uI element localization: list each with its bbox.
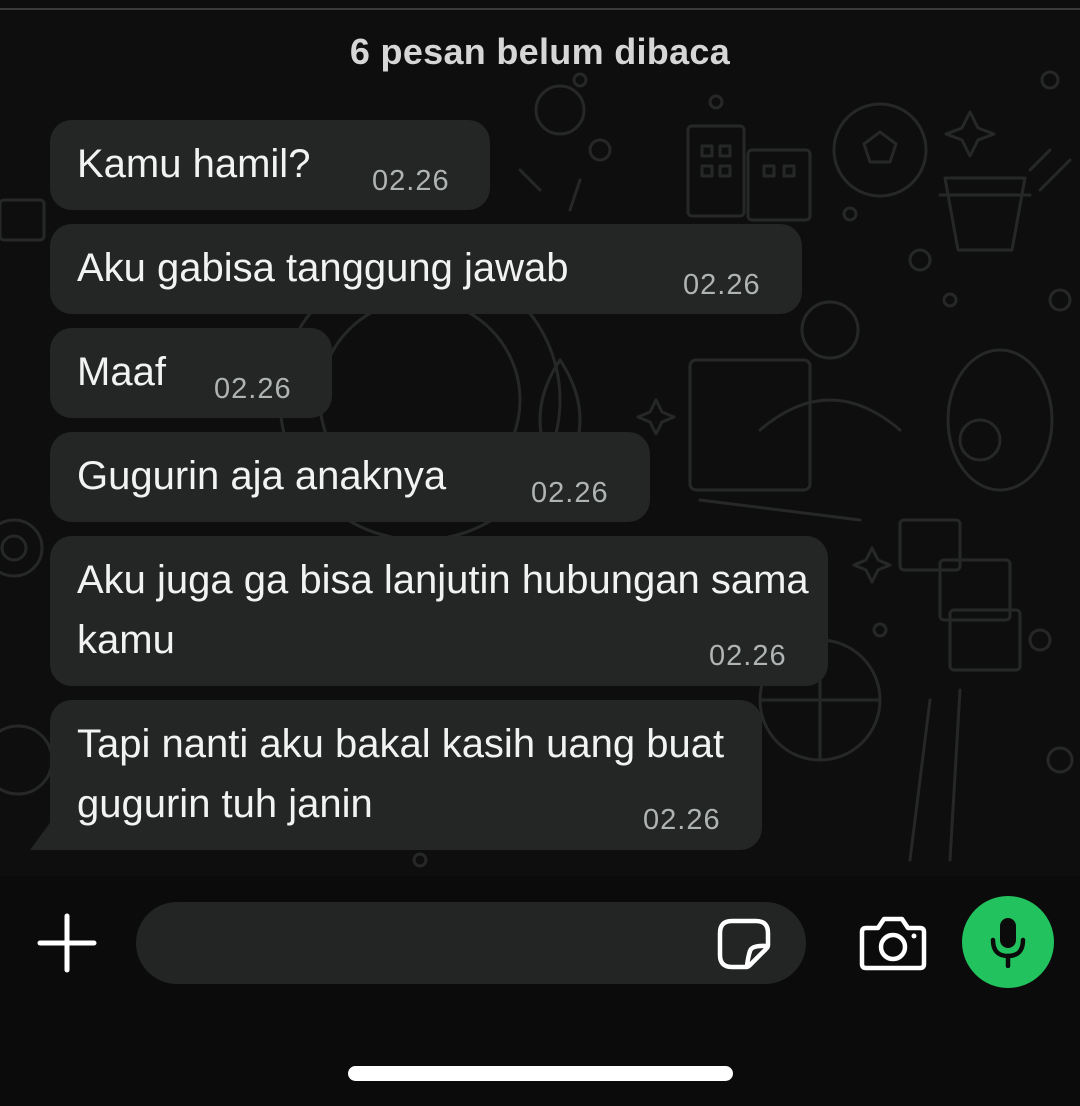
message-time: 02.26 <box>643 804 721 836</box>
message-text: Aku gabisa tanggung jawab <box>77 246 569 290</box>
camera-icon <box>859 916 927 971</box>
unread-banner-text: 6 pesan belum dibaca <box>349 31 731 72</box>
message-text: Maaf <box>77 350 166 394</box>
message-text: Aku juga ga bisa lanjutin hubungan sama … <box>77 558 809 662</box>
message-time: 02.26 <box>214 373 292 405</box>
top-divider <box>0 8 1080 10</box>
message-time: 02.26 <box>683 269 761 301</box>
message-text: Kamu hamil? <box>77 142 311 186</box>
camera-button[interactable] <box>858 914 928 972</box>
message-time: 02.26 <box>709 640 787 672</box>
attach-button[interactable] <box>36 912 98 974</box>
compose-bar <box>0 876 1080 1106</box>
voice-record-button[interactable] <box>962 896 1054 988</box>
message-bubble[interactable]: Aku gabisa tanggung jawab 02.26 <box>50 224 802 314</box>
message-time: 02.26 <box>531 477 609 509</box>
message-input[interactable] <box>136 902 806 984</box>
home-indicator[interactable] <box>348 1066 733 1081</box>
message-bubble[interactable]: Maaf 02.26 <box>50 328 332 418</box>
message-bubble[interactable]: Aku juga ga bisa lanjutin hubungan sama … <box>50 536 828 686</box>
sticker-icon <box>717 918 771 970</box>
message-bubble[interactable]: Gugurin aja anaknya 02.26 <box>50 432 650 522</box>
chat-screen: 6 pesan belum dibaca Kamu hamil? 02.26 A… <box>0 0 1080 1106</box>
message-bubble[interactable]: Kamu hamil? 02.26 <box>50 120 490 210</box>
message-bubble[interactable]: Tapi nanti aku bakal kasih uang buat gug… <box>50 700 762 850</box>
message-list[interactable]: 6 pesan belum dibaca Kamu hamil? 02.26 A… <box>0 0 1080 876</box>
plus-icon <box>37 913 97 973</box>
bubble-tail <box>30 820 52 850</box>
unread-messages-banner: 6 pesan belum dibaca <box>0 24 1080 80</box>
message-text: Gugurin aja anaknya <box>77 454 447 498</box>
microphone-icon <box>990 918 1026 968</box>
message-time: 02.26 <box>372 165 450 197</box>
sticker-button[interactable] <box>716 917 772 971</box>
